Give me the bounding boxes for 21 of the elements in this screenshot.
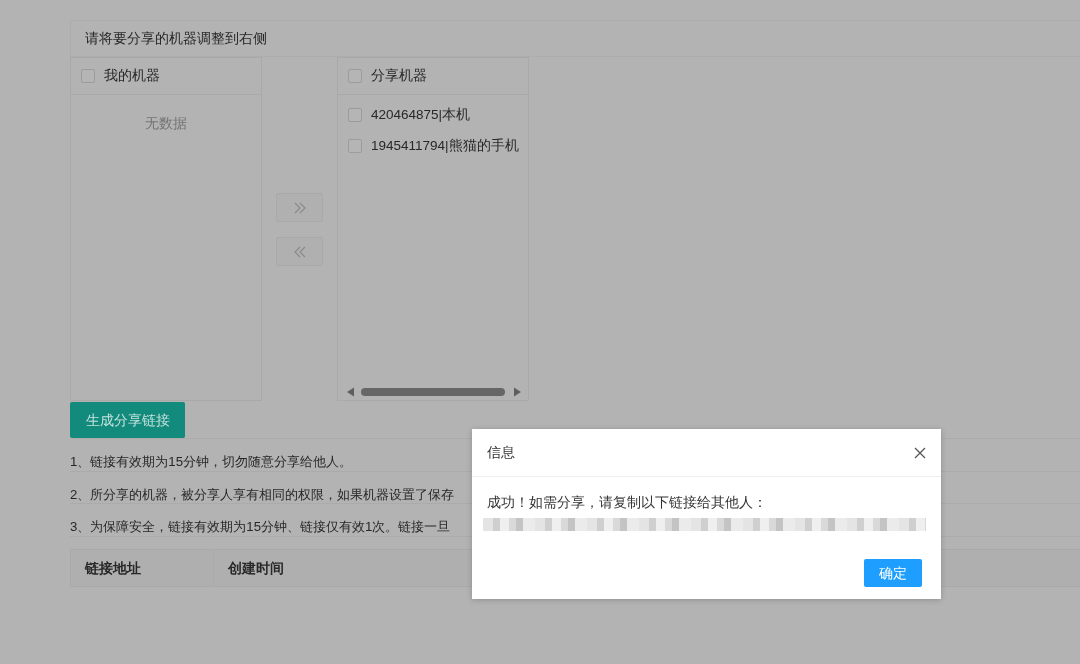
checkbox[interactable] — [81, 69, 95, 83]
list-title: 我的机器 — [104, 67, 160, 85]
machine-label[interactable]: 1945411794|熊猫的手机 — [371, 136, 519, 155]
checkbox[interactable] — [348, 107, 362, 122]
list-title: 分享机器 — [371, 67, 427, 85]
note-text: 3、为保障安全，链接有效期为15分钟、链接仅有效1次。链接一旦 — [70, 518, 451, 536]
table-header-cell: 链接地址 — [71, 549, 214, 586]
double-chevron-left-icon — [293, 245, 306, 258]
horizontal-scrollbar[interactable] — [346, 386, 522, 398]
close-icon — [914, 446, 926, 459]
checkbox[interactable] — [348, 138, 362, 153]
empty-text: 无数据 — [145, 116, 187, 131]
note-text: 1、链接有效期为15分钟，切勿随意分享给他人。 — [70, 453, 352, 470]
panel-title: 请将要分享的机器调整到右侧 — [85, 29, 267, 48]
table-header-cell-text: 创建时间 — [227, 558, 285, 578]
note-text: 2、所分享的机器，被分享人享有相同的权限，如果机器设置了保存 — [70, 485, 455, 503]
dialog-title: 信息 — [487, 443, 515, 462]
checkbox[interactable] — [348, 69, 362, 83]
dialog-message: 成功！如需分享，请复制以下链接给其他人： — [487, 493, 768, 512]
double-chevron-right-icon — [293, 201, 306, 214]
machine-label[interactable]: 420464875|本机 — [371, 105, 471, 124]
